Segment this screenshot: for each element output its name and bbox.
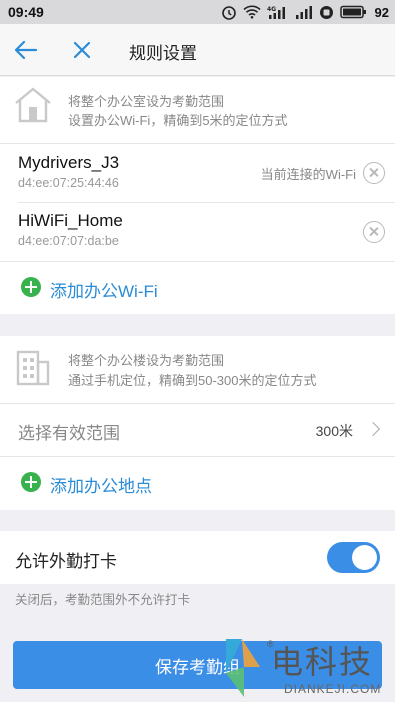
house-icon <box>15 87 51 123</box>
current-wifi-label: 当前连接的Wi-Fi <box>260 167 356 182</box>
outside-hint: 关闭后，考勤范围外不允许打卡 <box>15 593 191 607</box>
wifi-icon <box>242 5 261 19</box>
wifi-network-name: HiWiFi_Home <box>18 211 123 230</box>
svg-text:4G: 4G <box>267 6 276 13</box>
allow-outside-label: 允许外勤打卡 <box>15 552 117 571</box>
add-wifi-label: 添加办公Wi-Fi <box>50 282 158 301</box>
add-circle-icon <box>21 277 41 297</box>
watermark-logo-icon <box>226 639 260 697</box>
page-title: 规则设置 <box>129 44 197 63</box>
close-button[interactable] <box>66 36 98 64</box>
signal-icon <box>295 6 312 19</box>
outside-punch-row: 允许外勤打卡 <box>0 531 395 584</box>
add-location-label: 添加办公地点 <box>50 477 152 496</box>
wifi-network-mac: d4:ee:07:25:44:46 <box>18 176 119 190</box>
nav-bar: 规则设置 <box>0 24 395 76</box>
close-icon <box>73 41 91 59</box>
status-time: 09:49 <box>8 4 44 20</box>
arrow-left-icon <box>14 40 38 60</box>
add-wifi-button[interactable]: 添加办公Wi-Fi <box>0 262 395 312</box>
location-section: 将整个办公楼设为考勤范围 通过手机定位，精确到50-300米的定位方式 选择有效… <box>0 336 395 510</box>
wifi-hint-title: 将整个办公室设为考勤范围 <box>68 94 225 109</box>
building-icon <box>16 350 50 386</box>
select-range-label: 选择有效范围 <box>18 424 120 443</box>
watermark-subtext: DIANKEJI.COM <box>284 682 382 696</box>
add-location-button[interactable]: 添加办公地点 <box>0 457 395 507</box>
wifi-network-mac: d4:ee:07:07:da:be <box>18 234 119 248</box>
battery-icon <box>339 5 366 19</box>
alarm-icon <box>221 6 236 20</box>
allow-outside-toggle[interactable] <box>327 542 380 573</box>
status-icons: 4G 92 <box>221 3 389 21</box>
wifi-section: 将整个办公室设为考勤范围 设置办公Wi-Fi，精确到5米的定位方式 Mydriv… <box>0 77 395 314</box>
status-bar: 09:49 4G 92 <box>0 0 395 24</box>
remove-wifi-button[interactable] <box>363 221 385 243</box>
remove-wifi-button[interactable] <box>363 162 385 184</box>
wifi-network-item: HiWiFi_Home d4:ee:07:07:da:be <box>0 203 395 261</box>
signal-4g-icon: 4G <box>267 6 285 19</box>
back-button[interactable] <box>10 36 42 64</box>
location-hint-desc: 通过手机定位，精确到50-300米的定位方式 <box>68 373 317 388</box>
wifi-network-item: Mydrivers_J3 d4:ee:07:25:44:46 当前连接的Wi-F… <box>0 144 395 202</box>
wifi-hint-desc: 设置办公Wi-Fi，精确到5米的定位方式 <box>68 113 288 128</box>
select-range-row[interactable]: 选择有效范围 300米 <box>0 404 395 456</box>
add-circle-icon <box>21 472 41 492</box>
data-saver-icon <box>319 5 333 19</box>
wifi-network-name: Mydrivers_J3 <box>18 153 120 172</box>
location-hint-title: 将整个办公楼设为考勤范围 <box>68 353 225 368</box>
watermark-text: 电科技 <box>271 643 374 681</box>
toggle-knob <box>352 545 377 570</box>
range-value: 300米 <box>315 423 353 439</box>
battery-level: 92 <box>374 4 389 20</box>
watermark: ® 电科技 DIANKEJI.COM <box>222 637 395 702</box>
chevron-right-icon <box>365 421 381 437</box>
